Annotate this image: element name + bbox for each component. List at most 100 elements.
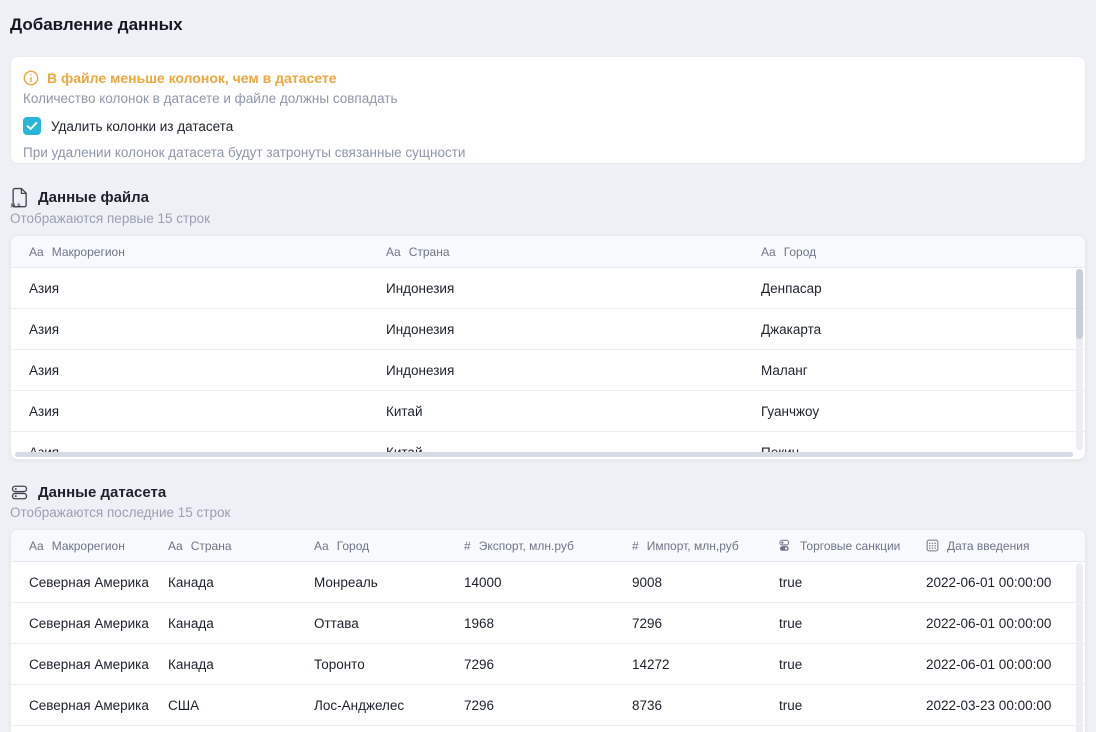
page: Добавление данных В файле меньше колонок… — [0, 0, 1096, 732]
warning-card: В файле меньше колонок, чем в датасете К… — [10, 56, 1086, 164]
column-label: Макрорегион — [52, 539, 125, 553]
horizontal-scrollbar[interactable] — [15, 452, 1073, 457]
column-label: Макрорегион — [52, 245, 125, 259]
dataset-data-table: Aa Макрорегион Aa Страна Aa Город # Экспорт, мл… — [10, 529, 1086, 732]
text-type-icon: Aa — [314, 539, 329, 553]
text-type-icon: Aa — [386, 245, 401, 259]
column-label: Страна — [409, 245, 450, 259]
checkbox-row: Удалить колонки из датасета — [23, 117, 1069, 135]
table-cell: Индонезия — [368, 350, 743, 390]
table-row: Северная АмерикаКанадаОттава19687296true… — [11, 603, 1085, 644]
table-cell: Гуанчжоу — [743, 391, 1085, 431]
table-cell: Монреаль — [296, 562, 446, 602]
table-cell: Индонезия — [368, 309, 743, 349]
info-icon — [23, 70, 39, 86]
dataset-table-header-row: Aa Макрорегион Aa Страна Aa Город # Экспорт, мл… — [11, 530, 1085, 562]
table-cell: 14272 — [614, 644, 761, 684]
table-cell: true — [761, 603, 908, 643]
table-cell: Денпасар — [743, 268, 1085, 308]
table-cell: 14000 — [446, 562, 614, 602]
table-row: Северная АмерикаКанадаТоронто729614272tr… — [11, 644, 1085, 685]
table-cell: Канада — [150, 562, 296, 602]
table-cell: США — [150, 685, 296, 725]
column-header: Aa Город — [296, 539, 446, 553]
table-row: АзияИндонезияМаланг — [11, 350, 1085, 391]
table-cell: 8736 — [614, 685, 761, 725]
text-type-icon: Aa — [168, 539, 183, 553]
table-cell: Торонто — [296, 644, 446, 684]
vertical-scrollbar-thumb[interactable] — [1076, 269, 1083, 339]
vertical-scrollbar[interactable] — [1076, 269, 1083, 450]
column-label: Торговые санкции — [800, 539, 900, 553]
table-cell: 2022-06-01 00:00:00 — [908, 562, 1085, 602]
column-label: Экспорт, млн.руб — [479, 539, 574, 553]
table-cell: true — [761, 562, 908, 602]
table-row: АзияКитайГуанчжоу — [11, 391, 1085, 432]
text-type-icon: Aa — [29, 245, 44, 259]
table-cell: Северная Америка — [11, 562, 150, 602]
vertical-scrollbar[interactable] — [1076, 563, 1083, 732]
table-cell: 2022-06-01 00:00:00 — [908, 603, 1085, 643]
column-label: Страна — [191, 539, 232, 553]
table-cell: Лос-Анджелес — [296, 685, 446, 725]
table-cell: Индонезия — [368, 268, 743, 308]
table-cell: Маланг — [743, 350, 1085, 390]
warning-title-row: В файле меньше колонок, чем в датасете — [23, 70, 1069, 86]
svg-text:XLS: XLS — [10, 204, 21, 208]
dataset-table-body: Северная АмерикаКанадаМонреаль140009008t… — [11, 562, 1085, 726]
table-row: АзияИндонезияДенпасар — [11, 268, 1085, 309]
file-section-subtitle: Отображаются первые 15 строк — [10, 211, 1086, 226]
warning-subtitle: Количество колонок в датасете и файле до… — [23, 91, 1069, 106]
table-cell: Китай — [368, 391, 743, 431]
file-section-title: Данные файла — [38, 189, 149, 206]
column-label: Дата введения — [947, 539, 1029, 553]
column-header: # Экспорт, млн.руб — [446, 539, 614, 553]
table-row: АзияИндонезияДжакарта — [11, 309, 1085, 350]
table-cell: 7296 — [614, 603, 761, 643]
dataset-section-title: Данные датасета — [38, 484, 166, 501]
column-header: Торговые санкции — [761, 539, 908, 553]
boolean-type-icon — [779, 539, 792, 552]
table-cell: 9008 — [614, 562, 761, 602]
checkbox-label: Удалить колонки из датасета — [51, 119, 233, 134]
table-cell: true — [761, 644, 908, 684]
check-icon — [26, 121, 38, 131]
file-table-header-row: Aa Макрорегион Aa Страна Aa Город — [11, 236, 1085, 268]
table-row: Северная АмерикаСШАЛос-Анджелес72968736t… — [11, 685, 1085, 726]
table-cell: 7296 — [446, 644, 614, 684]
table-cell: 2022-03-23 00:00:00 — [908, 685, 1085, 725]
text-type-icon: Aa — [761, 245, 776, 259]
delete-columns-checkbox[interactable] — [23, 117, 41, 135]
number-type-icon: # — [464, 539, 471, 553]
column-label: Город — [337, 539, 369, 553]
page-title: Добавление данных — [10, 0, 1086, 35]
table-cell: Азия — [11, 268, 368, 308]
xls-file-icon: XLS — [10, 187, 29, 208]
column-label: Город — [784, 245, 816, 259]
table-cell: Азия — [11, 391, 368, 431]
date-type-icon — [926, 539, 939, 552]
column-header: Aa Страна — [150, 539, 296, 553]
dataset-section-subtitle: Отображаются последние 15 строк — [10, 505, 1086, 520]
warning-title: В файле меньше колонок, чем в датасете — [47, 70, 336, 86]
file-section-header: XLS Данные файла — [10, 187, 1086, 208]
table-cell: true — [761, 685, 908, 725]
table-cell: Северная Америка — [11, 603, 150, 643]
table-cell: Джакарта — [743, 309, 1085, 349]
table-cell: Канада — [150, 603, 296, 643]
table-row: Северная АмерикаКанадаМонреаль140009008t… — [11, 562, 1085, 603]
text-type-icon: Aa — [29, 539, 44, 553]
table-cell: Азия — [11, 309, 368, 349]
column-header: Aa Макрорегион — [11, 539, 150, 553]
table-cell: 7296 — [446, 685, 614, 725]
dataset-icon — [10, 483, 29, 502]
table-cell: Оттава — [296, 603, 446, 643]
table-cell: 1968 — [446, 603, 614, 643]
column-header: Aa Город — [743, 245, 1085, 259]
table-cell: Канада — [150, 644, 296, 684]
column-header: Aa Макрорегион — [11, 245, 368, 259]
table-cell: Северная Америка — [11, 685, 150, 725]
number-type-icon: # — [632, 539, 639, 553]
table-cell: 2022-06-01 00:00:00 — [908, 644, 1085, 684]
table-cell: Северная Америка — [11, 644, 150, 684]
